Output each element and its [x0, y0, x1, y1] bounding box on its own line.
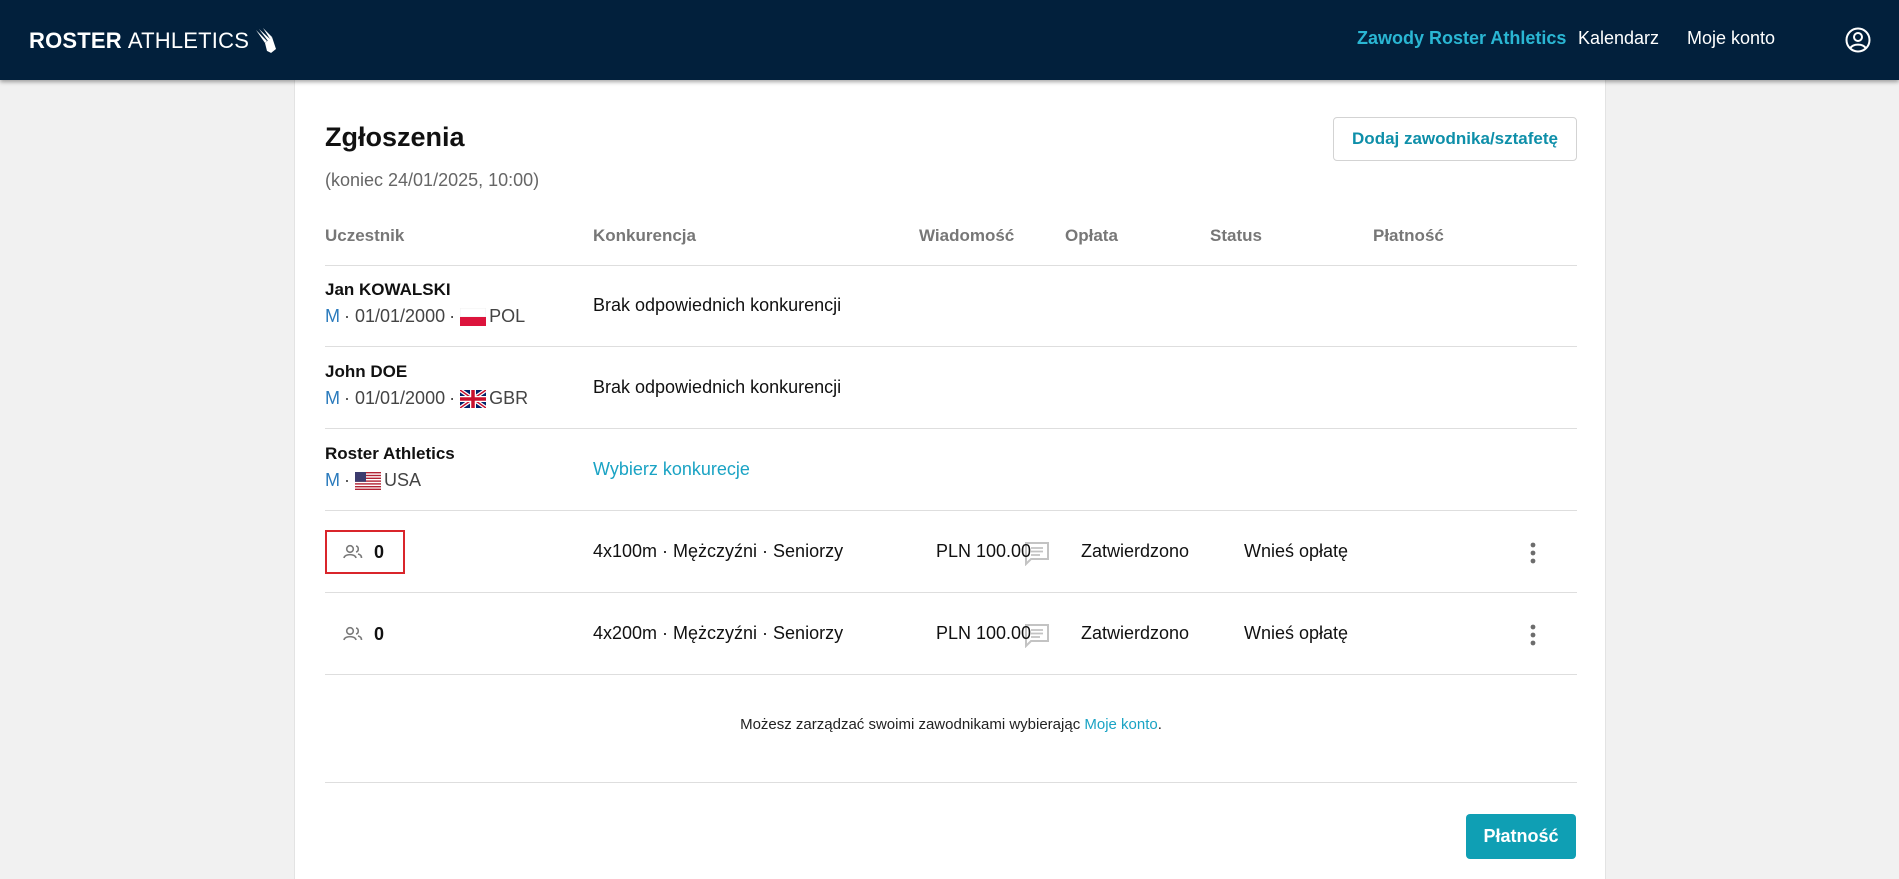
event-name: 4x200m · Mężczyźni · Seniorzy [593, 623, 844, 643]
column-header-participant: Uczestnik [325, 226, 405, 245]
column-header-message: Wiadomość [919, 226, 1015, 245]
column-header-status: Status [1210, 226, 1262, 245]
payment-status: Wnieś opłatę [1244, 541, 1349, 561]
my-account-link[interactable]: Moje konto [1084, 716, 1157, 733]
participant-country: GBR [489, 388, 529, 408]
relay-members-count: 0 [374, 541, 385, 562]
user-circle-icon[interactable] [1845, 27, 1871, 53]
choose-events-link[interactable]: Wybierz konkurecje [593, 459, 750, 480]
fee-amount: PLN 100.00 [936, 623, 1032, 643]
brand-name-bold: ROSTER [29, 28, 122, 53]
note-text: Możesz zarządzać swoimi zawodnikami wybi… [740, 716, 1081, 733]
nav-competitions[interactable]: Zawody Roster Athletics [1357, 28, 1566, 52]
nav-calendar[interactable]: Kalendarz [1578, 28, 1659, 52]
table-row: 0 4x200m · Mężczyźni · Seniorzy PLN 100.… [325, 594, 1577, 675]
participant-dob: 01/01/2000 [355, 306, 446, 326]
footer-divider [325, 782, 1577, 783]
table-row: 0 4x100m · Mężczyźni · Seniorzy PLN 100.… [325, 512, 1577, 593]
participant-details: M · USA [325, 470, 421, 491]
participant-gender: M [325, 470, 340, 490]
table-row: John DOE M · 01/01/2000 · GBR Brak odpow… [325, 348, 1577, 429]
more-vertical-icon[interactable] [1529, 622, 1537, 648]
page-title: Zgłoszenia [325, 122, 465, 152]
participant-name: John DOE [325, 362, 408, 381]
usa-flag-icon [355, 471, 381, 490]
separator: · [344, 470, 350, 490]
separator: · [449, 388, 456, 408]
event-name: Brak odpowiednich konkurencji [593, 377, 842, 397]
participant-gender: M [325, 388, 340, 408]
fee-amount: PLN 100.00 [936, 541, 1032, 561]
participant-name: Jan KOWALSKI [325, 280, 451, 299]
relay-members-button[interactable]: 0 [327, 614, 403, 654]
table-row: Roster Athletics M · USA Wybierz konkure… [325, 430, 1577, 511]
team-icon [343, 626, 363, 641]
entries-deadline: (koniec 24/01/2025, 10:00) [325, 170, 540, 190]
participant-gender: M [325, 306, 340, 326]
poland-flag-icon [460, 307, 487, 326]
participant-details: M · 01/01/2000 · GBR [325, 388, 528, 409]
nav-my-account[interactable]: Moje konto [1687, 28, 1775, 52]
separator: · [449, 306, 456, 326]
participant-country: POL [489, 306, 526, 326]
column-header-event: Konkurencja [593, 226, 696, 245]
uk-flag-icon [460, 389, 487, 408]
payment-button[interactable]: Płatność [1466, 814, 1576, 859]
participant-details: M · 01/01/2000 · POL [325, 306, 525, 327]
table-row: Jan KOWALSKI M · 01/01/2000 · POL Brak o… [325, 266, 1577, 347]
event-name: 4x100m · Mężczyźni · Seniorzy [593, 541, 844, 561]
payment-status: Wnieś opłatę [1244, 623, 1349, 643]
entry-status: Zatwierdzono [1081, 623, 1190, 643]
separator: · [344, 306, 350, 326]
note-end: . [1157, 716, 1162, 733]
column-header-fee: Opłata [1065, 226, 1118, 245]
entry-status: Zatwierdzono [1081, 541, 1190, 561]
brand-name-light: ATHLETICS [127, 28, 250, 53]
manage-athletes-note: Możesz zarządzać swoimi zawodnikami wybi… [295, 716, 1607, 733]
team-icon [343, 544, 363, 559]
more-vertical-icon[interactable] [1529, 540, 1537, 566]
participant-dob: 01/01/2000 [355, 388, 446, 408]
top-navigation-bar: ROSTER ATHLETICS Zawody Roster Athletics… [0, 0, 1899, 80]
participant-country: USA [384, 470, 422, 490]
separator: · [344, 388, 350, 408]
add-athlete-relay-button[interactable]: Dodaj zawodnika/sztafetę [1333, 117, 1577, 161]
entries-card: Zgłoszenia (koniec 24/01/2025, 10:00) Do… [294, 80, 1606, 879]
column-header-payment: Płatność [1373, 226, 1444, 245]
relay-members-button[interactable]: 0 [325, 530, 405, 574]
participant-name: Roster Athletics [325, 444, 455, 463]
relay-members-count: 0 [374, 623, 385, 644]
winged-shoe-icon [256, 28, 277, 54]
brand-logo[interactable]: ROSTER ATHLETICS [29, 27, 279, 55]
event-name: Brak odpowiednich konkurencji [593, 295, 842, 315]
